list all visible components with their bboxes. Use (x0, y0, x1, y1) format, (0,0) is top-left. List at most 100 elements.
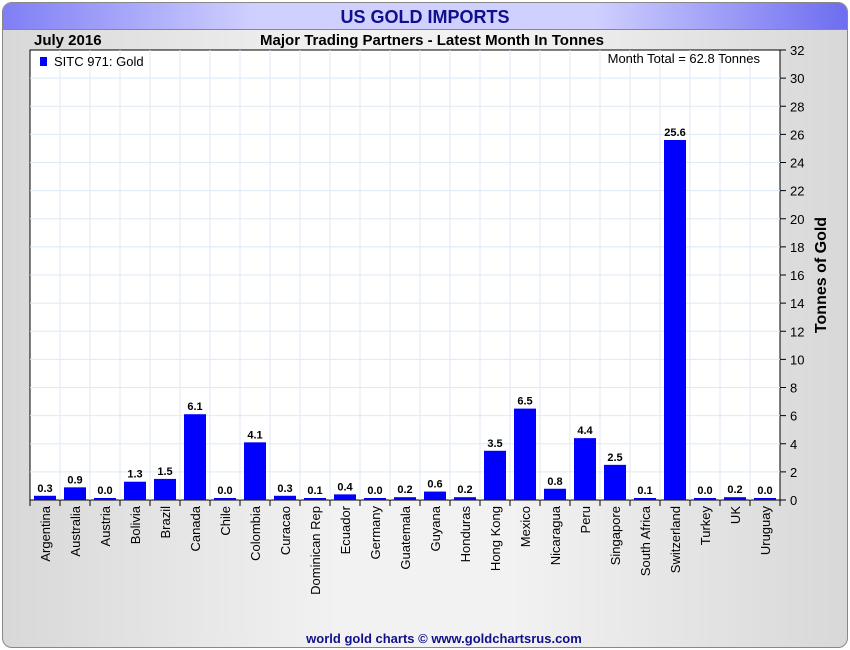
x-tick-label: Argentina (38, 505, 53, 561)
x-tick-label: Singapore (608, 506, 623, 565)
x-tick-label: Honduras (458, 506, 473, 563)
y-tick-label: 30 (790, 71, 804, 86)
bar (364, 498, 386, 500)
data-label: 0.0 (97, 485, 112, 497)
data-label: 1.3 (127, 469, 142, 481)
data-label: 6.5 (517, 396, 532, 408)
y-tick-label: 22 (790, 184, 804, 199)
x-tick-label: Ecuador (338, 505, 353, 554)
data-label: 3.5 (487, 438, 502, 450)
data-label: 0.3 (37, 483, 52, 495)
data-label: 0.4 (337, 481, 353, 493)
bar (214, 498, 236, 500)
bar (634, 498, 656, 500)
data-label: 0.9 (67, 474, 82, 486)
x-tick-label: Mexico (518, 506, 533, 547)
bar (124, 481, 146, 500)
data-label: 25.6 (664, 127, 685, 139)
bar (394, 497, 416, 500)
y-tick-label: 28 (790, 99, 804, 114)
x-tick-label: Austria (98, 505, 113, 546)
x-tick-label: Germany (368, 506, 383, 560)
bar (544, 488, 566, 500)
month-total-annotation: Month Total = 62.8 Tonnes (608, 51, 761, 66)
y-tick-label: 26 (790, 127, 804, 142)
chart: July 2016 Major Trading Partners - Lates… (29, 32, 830, 646)
y-tick-label: 4 (790, 437, 797, 452)
data-label: 0.8 (547, 476, 562, 488)
y-tick-label: 0 (790, 493, 797, 508)
y-tick-label: 6 (790, 409, 797, 424)
y-tick-label: 32 (790, 43, 804, 58)
y-tick-label: 20 (790, 212, 804, 227)
bar (454, 497, 476, 500)
y-tick-label: 10 (790, 352, 804, 367)
x-tick-label: Guatemala (398, 505, 413, 569)
x-tick-label: Chile (218, 506, 233, 536)
x-tick-label: Peru (578, 506, 593, 533)
y-tick-label: 24 (790, 156, 804, 171)
bar (604, 464, 626, 500)
bar (424, 491, 446, 500)
x-tick-label: Brazil (158, 506, 173, 539)
x-tick-label: Nicaragua (548, 505, 563, 565)
date-label: July 2016 (34, 32, 102, 49)
data-label: 0.0 (697, 485, 712, 497)
data-label: 0.2 (397, 484, 412, 496)
x-tick-label: Bolivia (128, 505, 143, 544)
footer-credit: world gold charts © www.goldchartsrus.co… (305, 631, 582, 646)
x-tick-label: Colombia (248, 505, 263, 561)
bar (694, 498, 716, 500)
x-tick-label: UK (728, 506, 743, 524)
y-axis-label: Tonnes of Gold (813, 217, 830, 333)
data-label: 0.6 (427, 479, 442, 491)
bar (304, 498, 326, 500)
bar (754, 498, 776, 500)
x-tick-label: Australia (68, 505, 83, 556)
bar (184, 414, 206, 500)
y-tick-label: 8 (790, 381, 797, 396)
bar (154, 478, 176, 500)
legend-swatch (40, 57, 47, 66)
data-label: 4.4 (577, 425, 593, 437)
x-tick-label: Switzerland (668, 506, 683, 573)
bar (724, 497, 746, 500)
data-label: 4.1 (247, 429, 262, 441)
chart-subtitle: Major Trading Partners - Latest Month In… (260, 32, 604, 49)
bar (664, 140, 686, 500)
y-tick-label: 2 (790, 465, 797, 480)
y-tick-label: 16 (790, 268, 804, 283)
bar (244, 442, 266, 500)
x-tick-label: Dominican Rep (308, 506, 323, 595)
x-tick-label: Guyana (428, 505, 443, 551)
x-tick-label: Turkey (698, 506, 713, 546)
y-tick-label: 12 (790, 324, 804, 339)
x-tick-label: Curacao (278, 506, 293, 555)
data-label: 0.1 (307, 485, 322, 497)
x-tick-label: South Africa (638, 505, 653, 576)
x-tick-label: Hong Kong (488, 506, 503, 571)
data-label: 0.0 (217, 485, 232, 497)
bar (574, 438, 596, 500)
y-tick-label: 14 (790, 296, 804, 311)
bar (274, 495, 296, 500)
data-label: 0.1 (637, 485, 652, 497)
bar (334, 494, 356, 500)
data-label: 2.5 (607, 452, 622, 464)
x-tick-label: Canada (188, 505, 203, 551)
data-label: 0.2 (727, 484, 742, 496)
data-label: 6.1 (187, 401, 202, 413)
data-label: 0.2 (457, 484, 472, 496)
bar (34, 495, 56, 500)
legend-label: SITC 971: Gold (54, 54, 144, 69)
y-tick-label: 18 (790, 240, 804, 255)
data-label: 0.0 (757, 485, 772, 497)
bar (64, 487, 86, 500)
data-label: 0.3 (277, 483, 292, 495)
data-label: 0.0 (367, 485, 382, 497)
bar (94, 498, 116, 500)
x-tick-label: Uruguay (758, 506, 773, 556)
data-label: 1.5 (157, 466, 172, 478)
bar (514, 408, 536, 500)
bar (484, 450, 506, 500)
